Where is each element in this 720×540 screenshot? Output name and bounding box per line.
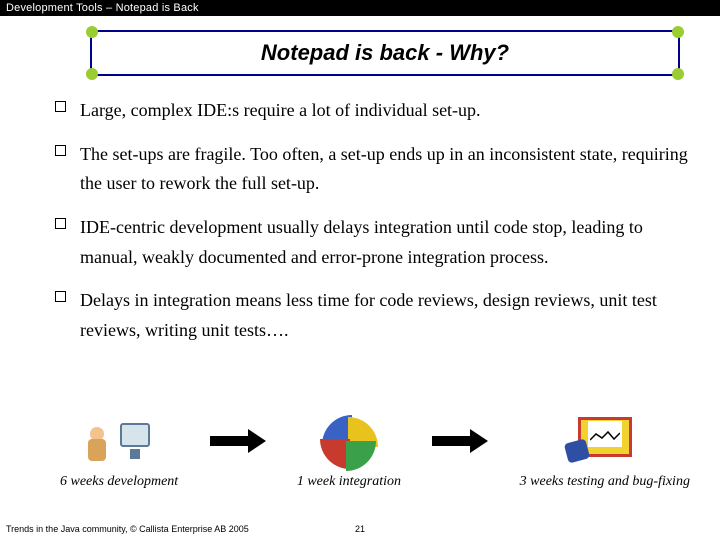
testing-clipart-icon	[570, 413, 640, 468]
bullet-item: The set-ups are fragile. Too often, a se…	[55, 140, 690, 199]
corner-dot-icon	[672, 26, 684, 38]
arrow-right-icon	[210, 432, 266, 450]
arrow-right-icon	[432, 432, 488, 450]
process-diagram: 6 weeks development 1 week integration 3…	[60, 413, 690, 490]
footer-copyright: Trends in the Java community, © Callista…	[6, 524, 249, 534]
stage-testing: 3 weeks testing and bug-fixing	[520, 413, 690, 490]
puzzle-clipart-icon	[314, 413, 384, 468]
corner-dot-icon	[672, 68, 684, 80]
bullet-square-icon	[55, 291, 66, 302]
slide-header-text: Development Tools – Notepad is Back	[6, 2, 199, 14]
bullet-item: Large, complex IDE:s require a lot of in…	[55, 96, 690, 126]
slide-title: Notepad is back - Why?	[102, 40, 668, 66]
stage-development: 6 weeks development	[60, 413, 178, 490]
bullet-text: IDE-centric development usually delays i…	[80, 213, 690, 272]
developer-clipart-icon	[84, 413, 154, 468]
bullet-item: IDE-centric development usually delays i…	[55, 213, 690, 272]
corner-dot-icon	[86, 68, 98, 80]
bullet-item: Delays in integration means less time fo…	[55, 286, 690, 345]
bullet-square-icon	[55, 101, 66, 112]
stage-caption: 3 weeks testing and bug-fixing	[520, 474, 690, 490]
slide-header: Development Tools – Notepad is Back	[0, 0, 720, 16]
slide-footer: Trends in the Java community, © Callista…	[6, 524, 714, 534]
bullet-square-icon	[55, 145, 66, 156]
bullet-text: Large, complex IDE:s require a lot of in…	[80, 96, 481, 126]
corner-dot-icon	[86, 26, 98, 38]
title-frame: Notepad is back - Why?	[90, 30, 680, 76]
stage-integration: 1 week integration	[297, 413, 401, 490]
stage-caption: 6 weeks development	[60, 474, 178, 490]
footer-page-number: 21	[355, 524, 365, 534]
bullet-square-icon	[55, 218, 66, 229]
bullet-text: Delays in integration means less time fo…	[80, 286, 690, 345]
bullet-list: Large, complex IDE:s require a lot of in…	[55, 96, 690, 346]
stage-caption: 1 week integration	[297, 474, 401, 490]
bullet-text: The set-ups are fragile. Too often, a se…	[80, 140, 690, 199]
